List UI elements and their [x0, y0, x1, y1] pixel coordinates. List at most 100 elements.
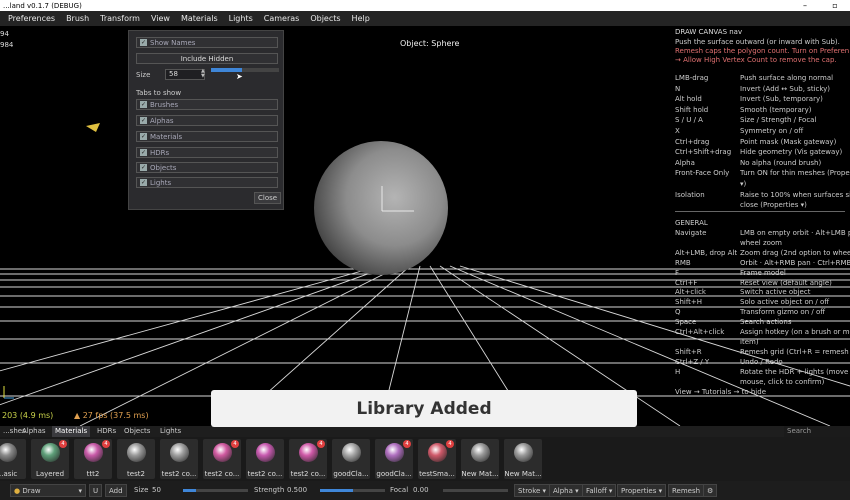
library-search-input[interactable]: Search: [784, 426, 850, 437]
tab-hdrs[interactable]: HDRs: [94, 426, 119, 437]
tab-toggle-materials[interactable]: ✓ Materials: [136, 131, 278, 142]
include-hidden-button[interactable]: Include Hidden: [136, 53, 278, 64]
material-item[interactable]: 4 Layered: [31, 439, 69, 479]
brush-selector[interactable]: ● Draw ▾: [10, 484, 86, 497]
shortcut-description: Point mask (Mask gateway): [740, 137, 837, 146]
frame-time-left: 203 (4.9 ms): [2, 411, 54, 420]
remesh-button[interactable]: Remesh: [668, 484, 705, 497]
material-label: test2: [127, 470, 145, 478]
help-panel: DRAW CANVAS nav Push the surface outward…: [675, 28, 850, 400]
minimize-button[interactable]: –: [790, 0, 820, 11]
tab-toggle-alphas[interactable]: ✓ Alphas: [136, 115, 278, 126]
materials-library: ...asic 4 Layered 4 ttt2 test2 test2 co... 4 tes…: [0, 437, 850, 481]
tab-objects[interactable]: Objects: [121, 426, 153, 437]
menu-brush[interactable]: Brush: [66, 14, 89, 23]
shortcut-description: Orbit · Alt+RMB pan · Ctrl+RMB z: [740, 258, 850, 267]
light-marker-icon[interactable]: [86, 123, 100, 132]
shortcut-description: Zoom drag (2nd option to whee: [740, 248, 850, 257]
help-intro-line: → Allow High Vertex Count to remove the …: [675, 56, 837, 64]
size-input[interactable]: 58: [165, 69, 205, 80]
shortcut-key: Shift+R: [675, 347, 702, 356]
menu-cameras[interactable]: Cameras: [264, 14, 300, 23]
menu-transform[interactable]: Transform: [100, 14, 140, 23]
shortcut-description: mouse, click to confirm): [740, 377, 825, 386]
material-item[interactable]: goodCla...: [332, 439, 370, 479]
shortcut-description: Raise to 100% when surfaces sit: [740, 190, 850, 199]
material-item[interactable]: 4 ttt2: [74, 439, 112, 479]
material-item[interactable]: 4 test2 co...: [289, 439, 327, 479]
size-value[interactable]: 50: [152, 484, 161, 497]
maximize-button[interactable]: ▫: [820, 0, 850, 11]
menu-view[interactable]: View: [151, 14, 170, 23]
properties-dropdown[interactable]: Properties ▾: [617, 484, 667, 497]
shortcut-description: Smooth (temporary): [740, 105, 812, 114]
tab-lights[interactable]: Lights: [157, 426, 184, 437]
shortcut-description: Undo / Redo: [740, 357, 783, 366]
material-item[interactable]: 4 goodCla...: [375, 439, 413, 479]
tab-materials[interactable]: Materials: [52, 426, 91, 437]
tab-alphas[interactable]: Alphas: [19, 426, 49, 437]
show-names-toggle[interactable]: ✓ Show Names: [136, 37, 278, 48]
material-preview-icon: [256, 443, 275, 462]
material-preview-icon: [514, 443, 533, 462]
size-slider[interactable]: [211, 68, 279, 72]
tab-toggle-hdrs[interactable]: ✓ HDRs: [136, 147, 278, 158]
material-label: ...asic: [0, 470, 18, 478]
u-button[interactable]: U: [89, 484, 103, 497]
shortcut-key: Ctrl+Alt+click: [675, 328, 725, 336]
shortcut-key: Ctrl+F: [675, 278, 698, 287]
stat-line-2: 984: [0, 41, 14, 49]
menu-help[interactable]: Help: [352, 14, 370, 23]
focal-slider[interactable]: [443, 489, 508, 492]
shortcut-key: Front-Face Only: [675, 169, 730, 178]
falloff-dropdown[interactable]: Falloff ▾: [582, 484, 617, 497]
sphere-object[interactable]: [314, 141, 448, 275]
material-item[interactable]: New Mat...: [461, 439, 499, 479]
help-divider: [675, 211, 845, 212]
shortcut-description: Hide geometry (Vis gateway): [740, 148, 843, 157]
material-item[interactable]: test2 co...: [160, 439, 198, 479]
strength-slider[interactable]: [320, 489, 385, 492]
material-item[interactable]: 4 test2 co...: [203, 439, 241, 479]
tab-toggle-objects[interactable]: ✓ Objects: [136, 162, 278, 173]
shortcut-key: Navigate: [675, 229, 707, 237]
shortcut-description: Frame model: [740, 268, 786, 277]
size-stepper-icon[interactable]: ▲ ▼: [201, 69, 205, 79]
shortcut-key: X: [675, 127, 680, 135]
material-item[interactable]: 4 testSma...: [418, 439, 456, 479]
close-button[interactable]: Close: [254, 192, 282, 204]
shortcut-description: wheel zoom: [740, 238, 783, 247]
shortcut-description: Turn ON for thin meshes (Propert: [740, 169, 850, 178]
add-button[interactable]: Add: [105, 484, 127, 497]
checkbox-icon: ✓: [140, 133, 147, 140]
menu-materials[interactable]: Materials: [181, 14, 218, 23]
material-label: test2 co...: [204, 470, 240, 478]
strength-value[interactable]: 0.500: [287, 484, 307, 497]
menu-preferences[interactable]: Preferences: [8, 14, 55, 23]
tab-toggle-lights[interactable]: ✓ Lights: [136, 177, 278, 188]
menu-lights[interactable]: Lights: [229, 14, 253, 23]
shortcut-description: Search actions: [740, 318, 792, 327]
material-item[interactable]: test2 co...: [246, 439, 284, 479]
size-slider[interactable]: [183, 489, 248, 492]
focal-value[interactable]: 0.00: [413, 484, 429, 497]
material-item[interactable]: New Mat...: [504, 439, 542, 479]
gear-icon[interactable]: ⚙: [703, 484, 718, 497]
shortcut-key: Ctrl+Shift+drag: [675, 148, 732, 157]
material-item[interactable]: ...asic: [0, 439, 26, 479]
menu-bar: Preferences Brush Transform View Materia…: [0, 11, 850, 26]
checkbox-icon: ✓: [140, 179, 147, 186]
layer-count-badge: 4: [231, 440, 239, 448]
strength-label: Strength: [254, 486, 285, 494]
shortcut-key: Alt hold: [675, 95, 702, 104]
shortcut-description: Invert (Sub, temporary): [740, 95, 823, 104]
shortcut-description: Size / Strength / Focal: [740, 116, 817, 125]
material-preview-icon: [342, 443, 361, 462]
material-item[interactable]: test2: [117, 439, 155, 479]
layer-count-badge: 4: [59, 440, 67, 448]
stroke-dropdown[interactable]: Stroke ▾: [514, 484, 551, 497]
alpha-dropdown[interactable]: Alpha ▾: [549, 484, 583, 497]
tab-toggle-brushes[interactable]: ✓ Brushes: [136, 99, 278, 110]
menu-objects[interactable]: Objects: [310, 14, 340, 23]
size-slider-fill: [183, 489, 196, 492]
